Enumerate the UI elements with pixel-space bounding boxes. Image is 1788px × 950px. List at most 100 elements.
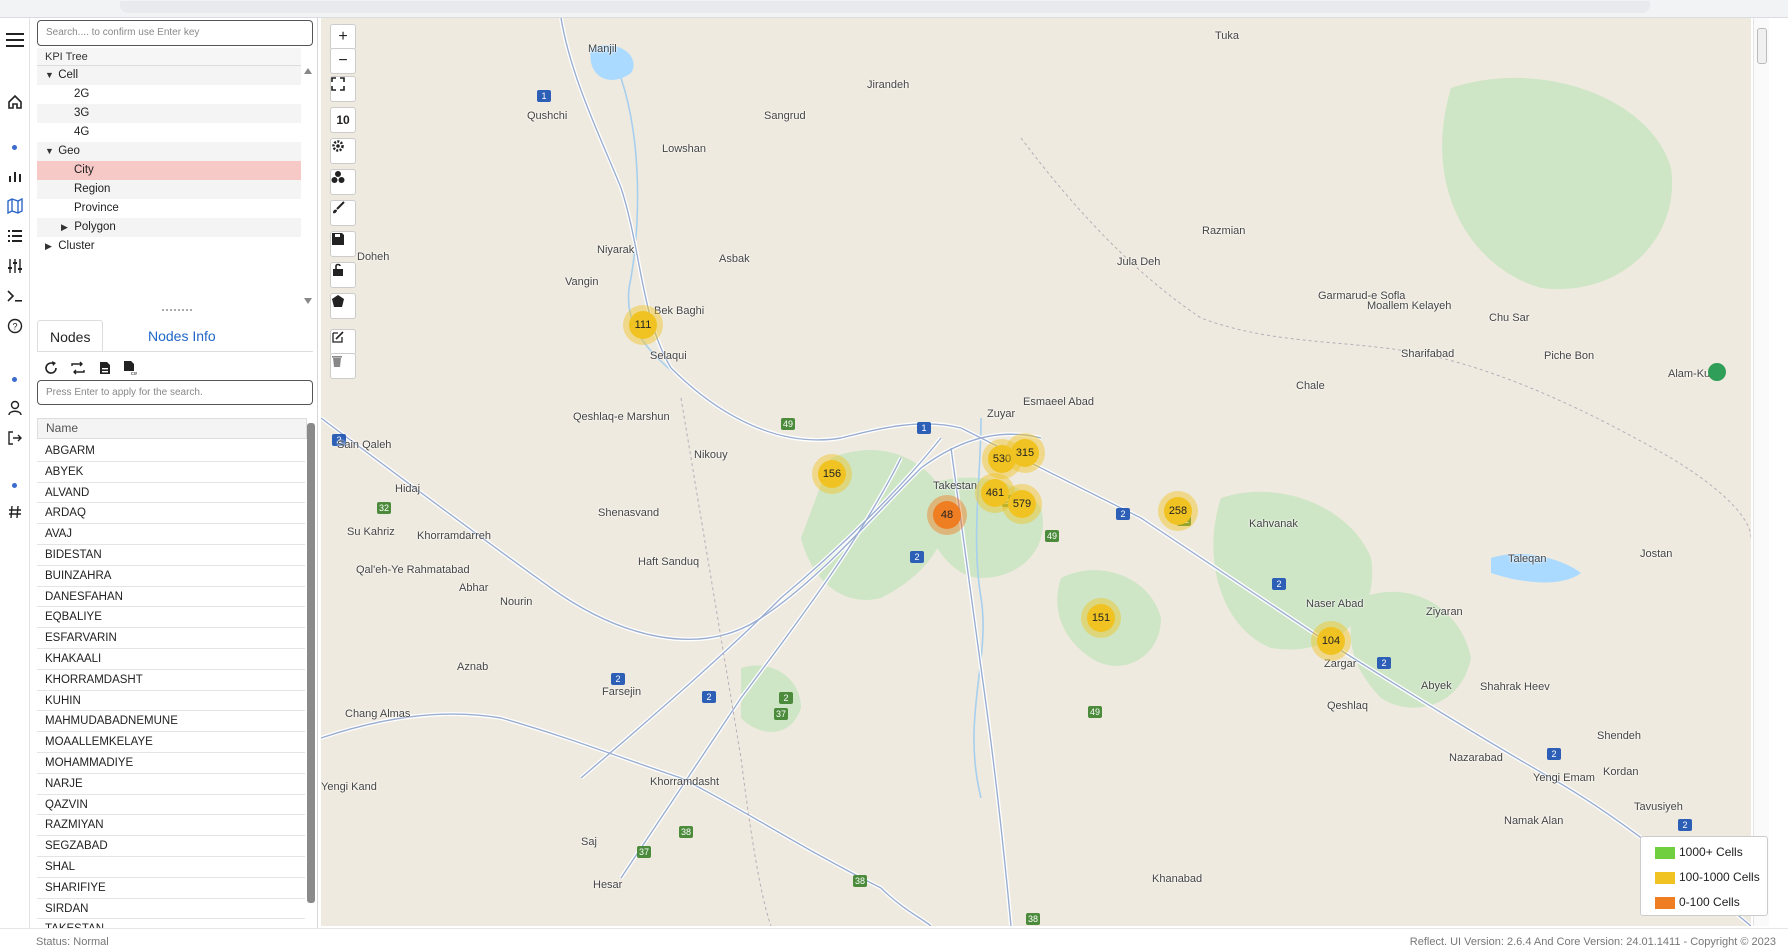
caret-right-icon[interactable]: ▶ bbox=[45, 237, 55, 256]
home-icon[interactable] bbox=[3, 90, 27, 114]
list-item[interactable]: SHARIFIYE bbox=[37, 878, 305, 899]
csv-export-icon[interactable]: csv bbox=[120, 358, 140, 378]
list-item[interactable]: ARDAQ bbox=[37, 503, 305, 525]
cluster-marker[interactable]: 579 bbox=[1002, 484, 1042, 524]
tree-node-cell[interactable]: ▼ Cell bbox=[37, 66, 301, 85]
lock-open-icon[interactable] bbox=[330, 262, 356, 288]
place-label: Jirandeh bbox=[867, 79, 910, 91]
chart-icon[interactable] bbox=[3, 164, 27, 188]
tab-nodes[interactable]: Nodes bbox=[37, 320, 104, 352]
place-label: Ziyaran bbox=[1426, 606, 1463, 618]
list-item[interactable]: MOHAMMADIYE bbox=[37, 753, 305, 774]
edit-icon[interactable] bbox=[330, 329, 356, 355]
swap-icon[interactable] bbox=[68, 358, 88, 378]
tree-scrollbar[interactable] bbox=[304, 66, 312, 306]
place-label: Sangrud bbox=[764, 110, 806, 122]
zoom-out-button[interactable]: − bbox=[330, 48, 356, 74]
cluster-marker[interactable]: 111 bbox=[623, 305, 663, 345]
address-bar[interactable] bbox=[120, 1, 1650, 13]
place-label: Jula Deh bbox=[1117, 256, 1161, 268]
list-item[interactable]: QAZVIN bbox=[37, 795, 305, 816]
left-panel: Search.... to confirm use Enter key KPI … bbox=[32, 18, 318, 941]
file-export-icon[interactable] bbox=[95, 358, 115, 378]
zoom-in-button[interactable]: + bbox=[330, 24, 356, 50]
terminal-icon[interactable] bbox=[3, 284, 27, 308]
cluster-marker[interactable]: 48 bbox=[927, 495, 967, 535]
tree-node-3g[interactable]: 3G bbox=[37, 104, 301, 123]
list-item[interactable]: KHORRAMDASHT bbox=[37, 670, 305, 691]
map-view[interactable]: 1 49 1 2 32 32 49 2 32 2 2 2 2 2 2 37 49… bbox=[321, 18, 1751, 926]
list-item[interactable]: RAZMIYAN bbox=[37, 815, 305, 837]
panel-splitter[interactable] bbox=[162, 309, 192, 313]
tree-node-polygon[interactable]: ▶ Polygon bbox=[37, 218, 301, 237]
place-label: Selaqui bbox=[650, 350, 687, 362]
place-label: Khanabad bbox=[1152, 873, 1203, 885]
tree-node-cluster[interactable]: ▶ Cluster bbox=[37, 237, 301, 256]
list-item[interactable]: KUHIN bbox=[37, 691, 305, 712]
map-icon[interactable] bbox=[3, 194, 27, 218]
road-shield: 37 bbox=[774, 708, 788, 720]
caret-down-icon[interactable]: ▼ bbox=[45, 142, 55, 161]
list-item[interactable]: BIDESTAN bbox=[37, 545, 305, 566]
scroll-thumb[interactable] bbox=[1757, 28, 1767, 64]
list-item[interactable]: MOAALLEMKELAYE bbox=[37, 732, 305, 753]
name-column-header[interactable]: Name bbox=[37, 418, 307, 439]
list-item[interactable]: SEGZABAD bbox=[37, 836, 305, 857]
map-scrollbar[interactable] bbox=[1753, 18, 1769, 926]
road-shield: 2 bbox=[779, 692, 793, 704]
list-item[interactable]: ALVAND bbox=[37, 483, 305, 504]
tree-node-4g[interactable]: 4G bbox=[37, 123, 301, 142]
caret-right-icon[interactable]: ▶ bbox=[61, 218, 71, 237]
section-dot bbox=[12, 377, 17, 382]
caret-down-icon[interactable]: ▼ bbox=[45, 66, 55, 85]
kpi-search-input[interactable]: Search.... to confirm use Enter key bbox=[37, 20, 313, 46]
road-shield: 38 bbox=[1026, 913, 1040, 925]
fullscreen-icon[interactable] bbox=[330, 76, 356, 102]
list-item[interactable]: KHAKAALI bbox=[37, 649, 305, 670]
list-item[interactable]: MAHMUDABADNEMUNE bbox=[37, 711, 305, 733]
tree-node-province[interactable]: Province bbox=[37, 199, 301, 218]
place-label: Niyarak bbox=[597, 244, 635, 256]
user-icon[interactable] bbox=[3, 396, 27, 420]
shapes-icon[interactable] bbox=[330, 169, 356, 195]
node-search-input[interactable]: Press Enter to apply for the search. bbox=[37, 380, 313, 405]
list-item[interactable]: SHAL bbox=[37, 857, 305, 878]
tree-node-region[interactable]: Region bbox=[37, 180, 301, 199]
tab-nodes-info[interactable]: Nodes Info bbox=[136, 320, 228, 352]
tree-node-geo[interactable]: ▼ Geo bbox=[37, 142, 301, 161]
list-item[interactable]: EQBALIYE bbox=[37, 607, 305, 629]
tree-node-city[interactable]: City bbox=[37, 161, 301, 180]
cluster-marker[interactable]: 156 bbox=[812, 454, 852, 494]
list-item[interactable]: ESFARVARIN bbox=[37, 628, 305, 649]
brush-icon[interactable] bbox=[330, 200, 356, 226]
menu-icon[interactable] bbox=[3, 28, 27, 52]
tree-node-2g[interactable]: 2G bbox=[37, 85, 301, 104]
gear-icon[interactable] bbox=[330, 138, 356, 164]
cluster-marker[interactable]: 151 bbox=[1081, 598, 1121, 638]
list-icon[interactable] bbox=[3, 224, 27, 248]
save-icon[interactable] bbox=[330, 231, 356, 257]
list-item[interactable]: AVAJ bbox=[37, 524, 305, 545]
help-icon[interactable]: ? bbox=[3, 314, 27, 338]
place-label: Hesar bbox=[593, 879, 623, 891]
list-item[interactable]: NARJE bbox=[37, 774, 305, 795]
list-item[interactable]: SIRDAN bbox=[37, 899, 305, 920]
cluster-marker[interactable]: 104 bbox=[1311, 621, 1351, 661]
list-item[interactable]: DANESFAHAN bbox=[37, 587, 305, 608]
node-list-scrollbar[interactable] bbox=[307, 423, 315, 903]
place-label: Khorramdasht bbox=[650, 776, 720, 788]
refresh-icon[interactable] bbox=[41, 358, 61, 378]
sliders-icon[interactable] bbox=[3, 254, 27, 278]
cluster-marker[interactable]: 315 bbox=[1005, 433, 1045, 473]
cluster-marker[interactable]: 258 bbox=[1158, 491, 1198, 531]
trash-icon[interactable] bbox=[330, 353, 356, 379]
list-item[interactable]: BUINZAHRA bbox=[37, 566, 305, 587]
park-pin-icon[interactable] bbox=[1708, 363, 1726, 381]
hash-icon[interactable] bbox=[3, 500, 27, 524]
svg-text:csv: csv bbox=[131, 371, 137, 376]
list-item[interactable]: ABYEK bbox=[37, 462, 305, 483]
list-item[interactable]: ABGARM bbox=[37, 441, 305, 462]
logout-icon[interactable] bbox=[3, 426, 27, 450]
place-label: Piche Bon bbox=[1544, 350, 1595, 362]
polygon-icon[interactable] bbox=[330, 293, 356, 319]
